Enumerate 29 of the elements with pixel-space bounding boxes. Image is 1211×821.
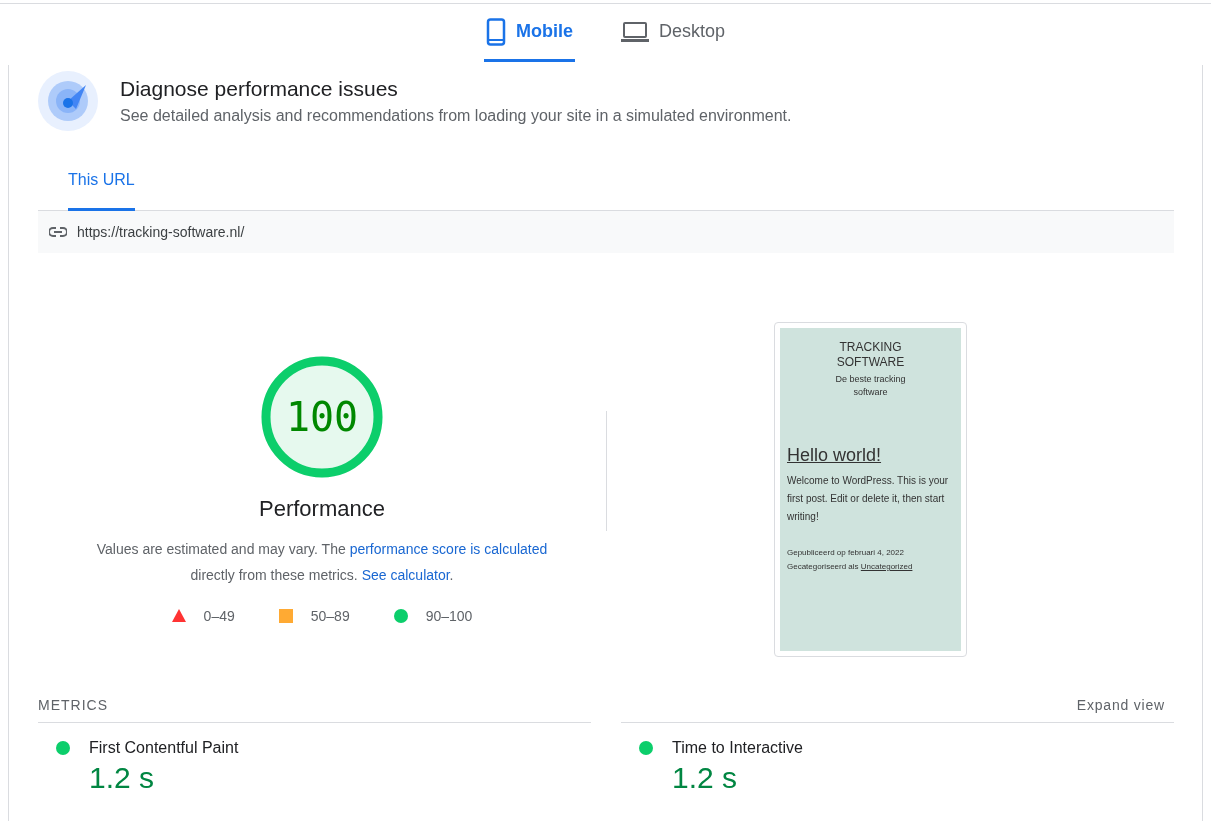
site-tagline: De beste tracking software <box>834 373 907 399</box>
gauge-icon <box>38 71 98 131</box>
device-tab[interactable]: Mobile <box>483 4 575 62</box>
url-text: https://tracking-software.nl/ <box>77 224 245 240</box>
score-value: 100 <box>285 393 359 440</box>
link-icon <box>49 227 67 237</box>
expand-view-button[interactable]: Expand view <box>1067 697 1174 713</box>
metric-name: First Contentful Paint <box>89 739 239 757</box>
device-tab[interactable]: Desktop <box>618 4 727 62</box>
post-date: Gepubliceerd op februari 4, 2022 <box>787 547 905 559</box>
post-category: Gecategoriseerd als Uncategorized <box>787 561 914 573</box>
legend-label: 0–49 <box>203 607 235 624</box>
metric-name: Time to Interactive <box>672 739 803 757</box>
metric-value: 1.2 s <box>89 761 156 795</box>
post-body: Welcome to WordPress. This is your first post. Edit or delete it, then start writing! <box>787 474 950 524</box>
laptop-icon <box>620 20 649 43</box>
calculator-link[interactable]: See calculator <box>361 566 450 583</box>
legend-label: 50–89 <box>310 607 350 624</box>
metric-value: 1.2 s <box>672 761 739 795</box>
metrics-heading: METRICS <box>38 697 108 713</box>
score-link[interactable]: performance score is calculated <box>349 540 548 557</box>
section-title: Diagnose performance issues <box>120 77 399 101</box>
legend-label: 90–100 <box>425 607 473 624</box>
post-title: Hello world! <box>787 445 883 466</box>
section-subtitle: See detailed analysis and recommendations from loading your site in a simulated environment. <box>120 107 792 125</box>
score-label: Performance <box>259 495 385 522</box>
score-note: Values are estimated and may vary. The performance score is calculated directly from these metrics. See calculator. <box>95 539 549 585</box>
phone-icon <box>485 17 506 46</box>
site-title: TRACKING SOFTWARE <box>835 340 906 370</box>
